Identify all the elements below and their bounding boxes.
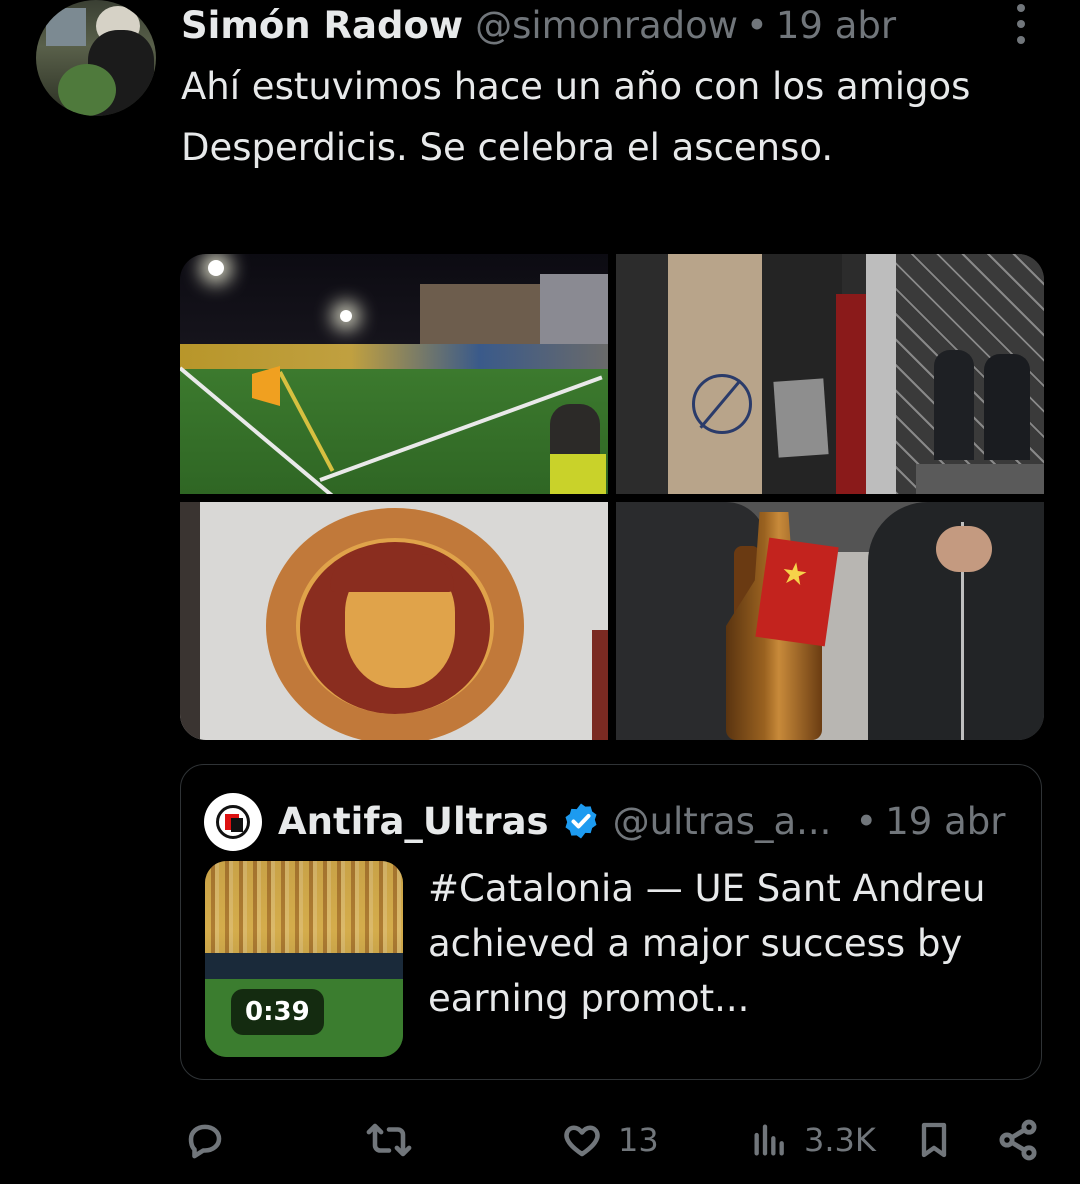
- like-count: 13: [618, 1121, 659, 1159]
- author-avatar[interactable]: [36, 0, 156, 116]
- quoted-header-separator: •: [855, 799, 878, 843]
- author-handle[interactable]: @simonradow: [475, 4, 738, 47]
- retweet-icon: [366, 1123, 412, 1157]
- tweet[interactable]: Simón Radow @simonradow • 19 abr Ahí est…: [0, 0, 1080, 1184]
- quoted-tweet-header: Antifa_Ultras @ultras_a... • 19 abr: [278, 795, 1018, 847]
- tweet-date[interactable]: 19 abr: [776, 4, 896, 47]
- stadium-photo[interactable]: [180, 254, 608, 494]
- share-button[interactable]: [996, 1110, 1040, 1170]
- media-grid: ★: [180, 254, 1044, 740]
- bookmark-icon: [921, 1122, 947, 1158]
- tweet-header: Simón Radow @simonradow • 19 abr: [181, 0, 1020, 50]
- action-bar: 13 3.3K: [180, 1110, 1044, 1170]
- more-options-icon[interactable]: [1006, 4, 1036, 44]
- quoted-video-thumbnail[interactable]: 0:39: [205, 861, 403, 1057]
- quoted-tweet[interactable]: Antifa_Ultras @ultras_a... • 19 abr 0:39…: [180, 764, 1042, 1080]
- video-duration-badge: 0:39: [231, 989, 324, 1035]
- reply-button[interactable]: [184, 1110, 240, 1170]
- verified-badge-icon: [565, 803, 597, 839]
- views-button[interactable]: 3.3K: [750, 1110, 876, 1170]
- quoted-author-avatar[interactable]: [204, 793, 262, 851]
- tweet-text: Ahí estuvimos hace un año con los amigos…: [181, 65, 971, 169]
- like-button[interactable]: 13: [560, 1110, 659, 1170]
- quoted-author-name[interactable]: Antifa_Ultras: [278, 800, 549, 843]
- quoted-author-handle[interactable]: @ultras_a...: [613, 800, 832, 843]
- author-name[interactable]: Simón Radow: [181, 4, 463, 47]
- desperdicis-ultras-badge-photo[interactable]: [180, 502, 608, 740]
- bookmark-button[interactable]: [914, 1110, 954, 1170]
- antifa-dsp-sticker-photo[interactable]: [616, 254, 1044, 494]
- header-separator: •: [746, 3, 768, 47]
- retweet-button[interactable]: [366, 1110, 426, 1170]
- heart-icon: [564, 1125, 600, 1157]
- quoted-tweet-text: #Catalonia — UE Sant Andreu achieved a m…: [428, 867, 986, 1020]
- beer-bottle-photo[interactable]: ★: [616, 502, 1044, 740]
- views-chart-icon: [754, 1124, 784, 1156]
- share-icon: [999, 1119, 1037, 1161]
- reply-icon: [188, 1124, 222, 1159]
- views-count: 3.3K: [804, 1121, 876, 1159]
- quoted-tweet-date[interactable]: 19 abr: [885, 800, 1005, 843]
